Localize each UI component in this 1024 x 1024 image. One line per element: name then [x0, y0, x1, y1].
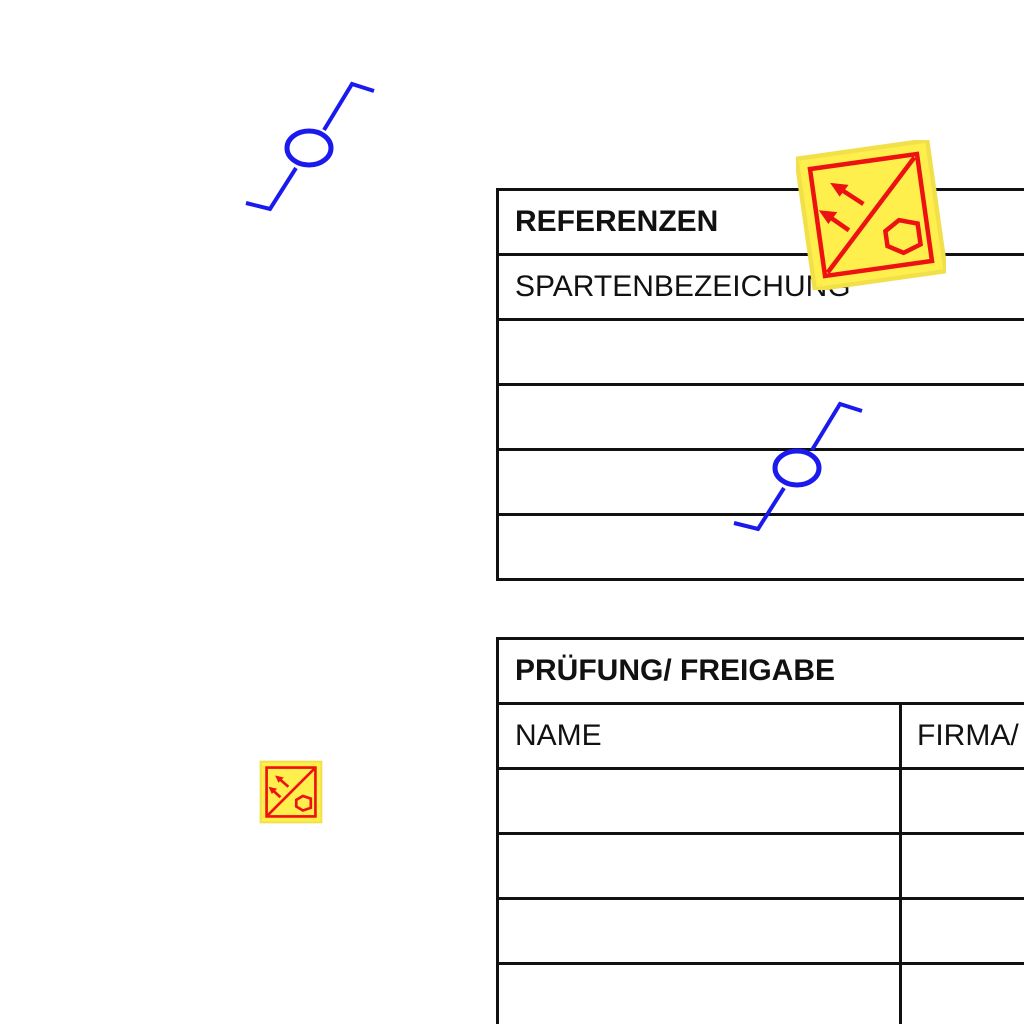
column-divider	[899, 705, 902, 1024]
pruefung-row	[499, 770, 1024, 835]
pruefung-freigabe-table: PRÜFUNG/ FREIGABE NAME FIRMA/	[496, 637, 1024, 1024]
pruefung-title-row: PRÜFUNG/ FREIGABE	[499, 640, 1024, 705]
firma-column-header: FIRMA/	[917, 719, 1019, 752]
name-column-header: NAME	[515, 719, 602, 752]
referenzen-row	[499, 321, 1024, 386]
drawing-canvas: REFERENZEN SPARTENBEZEICHUNG PRÜFUNG/ FR…	[0, 0, 1024, 1024]
valve-symbol-icon	[733, 401, 863, 532]
warning-sign-icon	[259, 760, 323, 824]
valve-symbol-icon	[245, 81, 375, 212]
referenzen-title: REFERENZEN	[515, 205, 719, 238]
warning-sign-icon	[796, 140, 946, 290]
pruefung-row	[499, 965, 1024, 1024]
pruefung-row	[499, 835, 1024, 900]
pruefung-title: PRÜFUNG/ FREIGABE	[515, 654, 836, 687]
pruefung-header-row: NAME FIRMA/	[499, 705, 1024, 770]
pruefung-row	[499, 900, 1024, 965]
